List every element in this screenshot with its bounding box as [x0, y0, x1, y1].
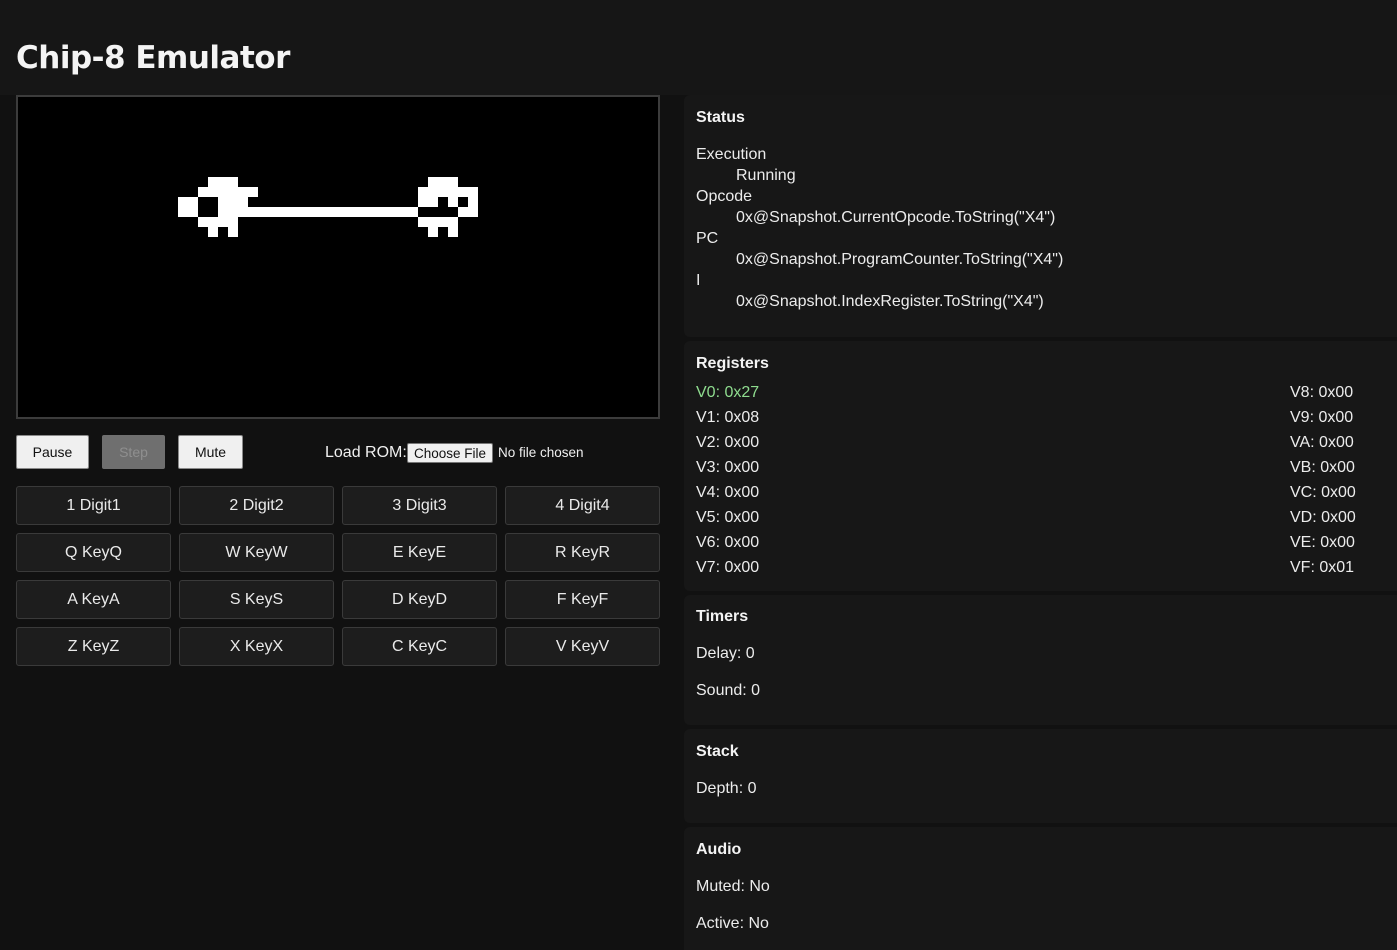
- key-e[interactable]: E KeyE: [342, 533, 497, 572]
- key-3[interactable]: 3 Digit3: [342, 486, 497, 525]
- step-button[interactable]: Step: [102, 435, 165, 469]
- key-f[interactable]: F KeyF: [505, 580, 660, 619]
- register-va: VA: 0x00: [1290, 434, 1354, 451]
- register-v4: V4: 0x00: [696, 484, 760, 501]
- register-vf: VF: 0x01: [1290, 559, 1355, 576]
- stack-panel: Stack Depth: 0: [684, 729, 1397, 823]
- opcode-value: 0x@Snapshot.CurrentOpcode.ToString("X4"): [736, 209, 1056, 226]
- register-ve: VE: 0x00: [1290, 534, 1355, 551]
- display-canvas: [178, 177, 478, 237]
- key-r[interactable]: R KeyR: [505, 533, 660, 572]
- register-v7: V7: 0x00: [696, 559, 760, 576]
- status-title: Status: [696, 109, 745, 126]
- registers-panel: Registers V0: 0x27 V1: 0x08 V2: 0x00 V3:…: [684, 341, 1397, 591]
- key-2[interactable]: 2 Digit2: [179, 486, 334, 525]
- key-w[interactable]: W KeyW: [179, 533, 334, 572]
- execution-label: Execution: [696, 146, 767, 163]
- key-4[interactable]: 4 Digit4: [505, 486, 660, 525]
- mute-button[interactable]: Mute: [178, 435, 243, 469]
- register-v2: V2: 0x00: [696, 434, 760, 451]
- audio-panel: Audio Muted: No Active: No: [684, 827, 1397, 950]
- index-value: 0x@Snapshot.IndexRegister.ToString("X4"): [736, 293, 1044, 310]
- stack-title: Stack: [696, 743, 739, 760]
- execution-value: Running: [736, 167, 796, 184]
- key-d[interactable]: D KeyD: [342, 580, 497, 619]
- register-v0: V0: 0x27: [696, 384, 760, 401]
- key-c[interactable]: C KeyC: [342, 627, 497, 666]
- audio-muted: Muted: No: [696, 878, 770, 895]
- register-vb: VB: 0x00: [1290, 459, 1355, 476]
- sound-timer: Sound: 0: [696, 682, 761, 699]
- key-z[interactable]: Z KeyZ: [16, 627, 171, 666]
- file-status: No file chosen: [498, 445, 584, 460]
- key-s[interactable]: S KeyS: [179, 580, 334, 619]
- key-q[interactable]: Q KeyQ: [16, 533, 171, 572]
- key-1[interactable]: 1 Digit1: [16, 486, 171, 525]
- choose-file-button[interactable]: Choose File: [407, 443, 493, 463]
- keypad: 1 Digit1 2 Digit2 3 Digit3 4 Digit4 Q Ke…: [16, 486, 660, 666]
- pc-value: 0x@Snapshot.ProgramCounter.ToString("X4"…: [736, 251, 1064, 268]
- audio-title: Audio: [696, 841, 742, 858]
- delay-timer: Delay: 0: [696, 645, 755, 662]
- audio-active: Active: No: [696, 915, 769, 932]
- pc-label: PC: [696, 230, 719, 247]
- stack-depth: Depth: 0: [696, 780, 757, 797]
- timers-title: Timers: [696, 608, 749, 625]
- register-v5: V5: 0x00: [696, 509, 760, 526]
- register-v8: V8: 0x00: [1290, 384, 1354, 401]
- key-v[interactable]: V KeyV: [505, 627, 660, 666]
- timers-panel: Timers Delay: 0 Sound: 0: [684, 595, 1397, 725]
- register-vc: VC: 0x00: [1290, 484, 1356, 501]
- register-v3: V3: 0x00: [696, 459, 760, 476]
- key-x[interactable]: X KeyX: [179, 627, 334, 666]
- load-rom-label: Load ROM:: [325, 444, 407, 461]
- pause-button[interactable]: Pause: [16, 435, 89, 469]
- index-label: I: [696, 272, 701, 289]
- register-v1: V1: 0x08: [696, 409, 760, 426]
- register-v9: V9: 0x00: [1290, 409, 1354, 426]
- page-title: Chip-8 Emulator: [16, 40, 290, 76]
- status-panel: Status Execution Running Opcode 0x@Snaps…: [684, 95, 1397, 337]
- opcode-label: Opcode: [696, 188, 753, 205]
- emulator-display: [16, 95, 660, 419]
- key-a[interactable]: A KeyA: [16, 580, 171, 619]
- register-v6: V6: 0x00: [696, 534, 760, 551]
- register-vd: VD: 0x00: [1290, 509, 1356, 526]
- registers-title: Registers: [696, 355, 769, 372]
